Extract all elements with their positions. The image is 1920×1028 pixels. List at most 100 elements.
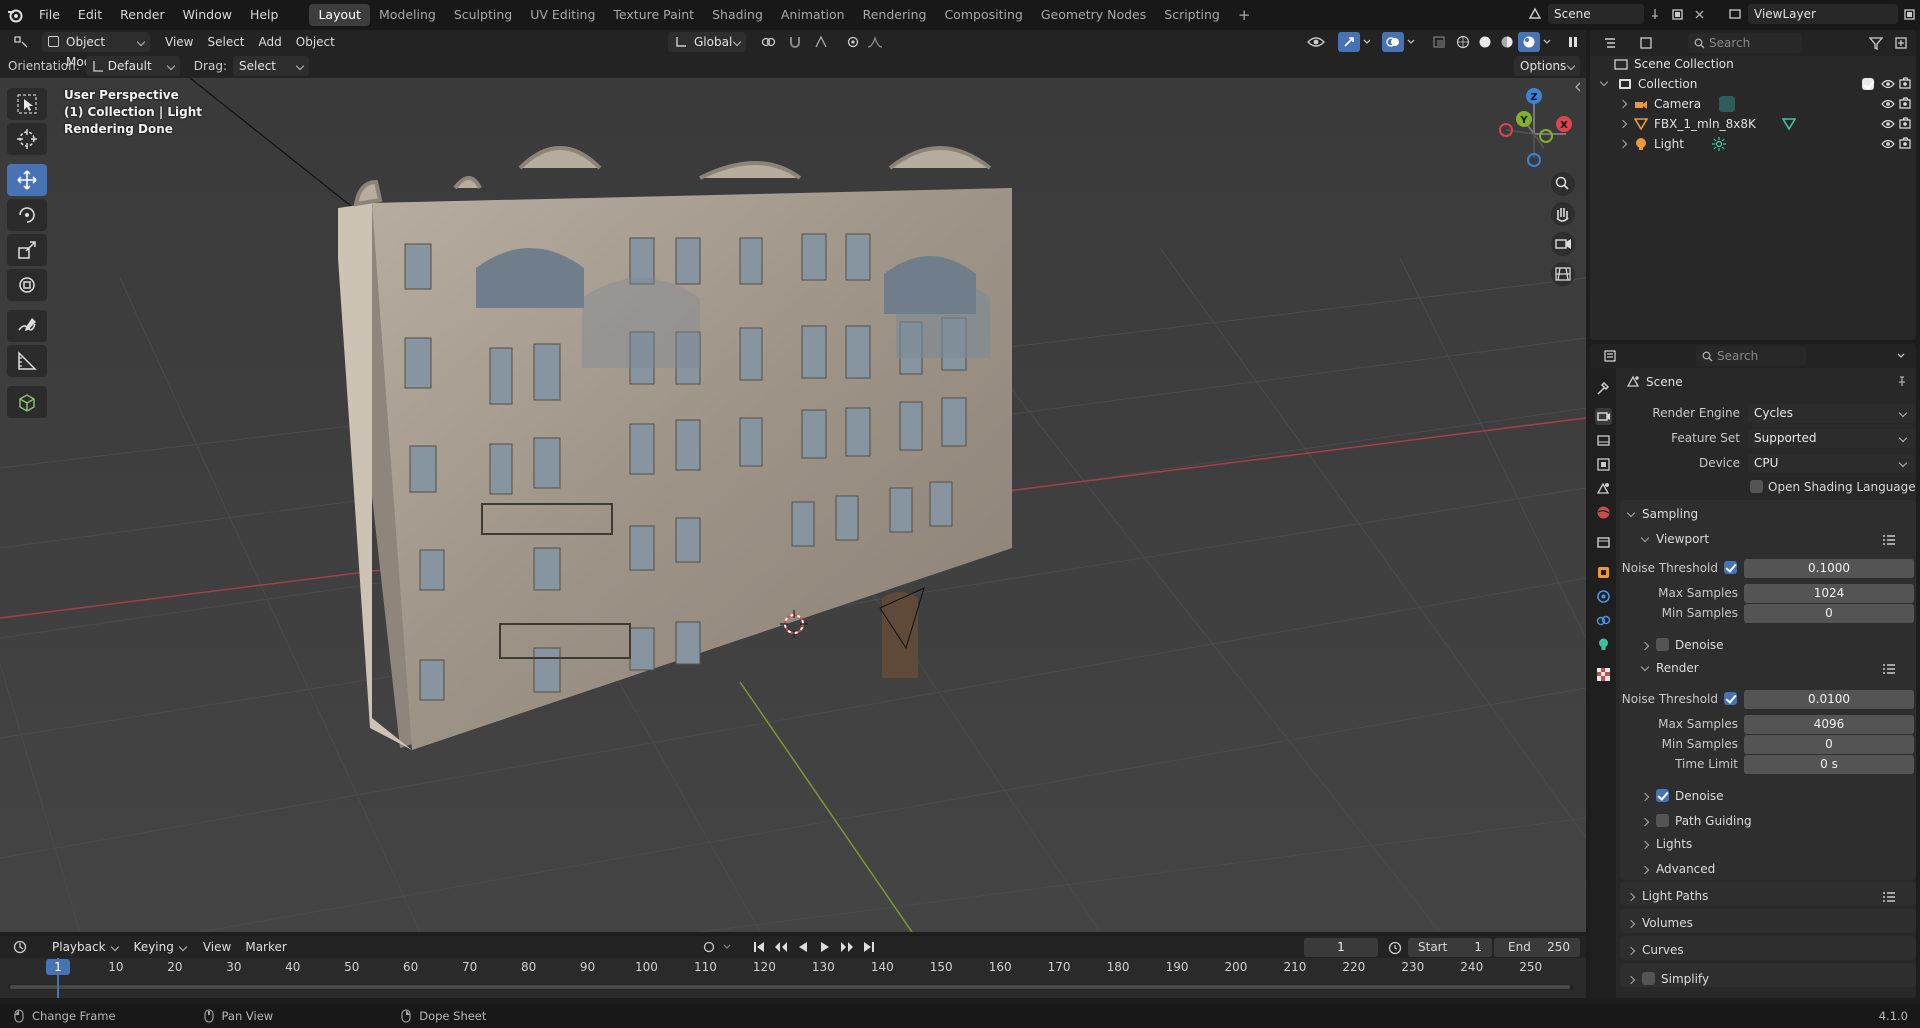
volumes-header[interactable]: Volumes bbox=[1626, 916, 1693, 930]
simplify-checkbox[interactable] bbox=[1642, 972, 1655, 985]
constraints-tab-icon[interactable] bbox=[1595, 612, 1612, 629]
collection-expand-icon[interactable] bbox=[1590, 77, 1618, 87]
properties-options-icon[interactable] bbox=[1890, 346, 1912, 366]
viewport-denoise-header[interactable]: Denoise bbox=[1640, 636, 1724, 652]
editor-type-icon[interactable] bbox=[6, 32, 38, 52]
render-presets-icon[interactable] bbox=[1882, 663, 1896, 675]
menu-edit[interactable]: Edit bbox=[69, 4, 111, 26]
render-subpanel-header[interactable]: Render bbox=[1640, 661, 1699, 675]
outliner-search-input[interactable]: Search bbox=[1688, 33, 1802, 53]
annotate-tool-icon[interactable] bbox=[7, 310, 47, 342]
shading-material-icon[interactable] bbox=[1496, 32, 1518, 52]
viewport-denoise-checkbox[interactable] bbox=[1656, 638, 1669, 651]
sampling-header[interactable]: Sampling bbox=[1626, 507, 1698, 521]
collection-include-checkbox[interactable] bbox=[1862, 78, 1874, 90]
delete-scene-icon[interactable] bbox=[1688, 4, 1710, 24]
render-min-samples-field[interactable]: 0 bbox=[1744, 735, 1914, 754]
menu-help[interactable]: Help bbox=[241, 4, 288, 26]
options-dropdown[interactable]: Options bbox=[1514, 56, 1580, 76]
feature-set-dropdown[interactable]: Supported bbox=[1748, 429, 1914, 448]
device-dropdown[interactable]: CPU bbox=[1748, 454, 1914, 473]
tab-scripting[interactable]: Scripting bbox=[1155, 4, 1229, 26]
object-data-tab-icon[interactable] bbox=[1595, 636, 1612, 653]
camera-view-icon[interactable] bbox=[1551, 232, 1575, 256]
mesh-expand-icon[interactable] bbox=[1590, 119, 1634, 129]
mode-dropdown[interactable]: Object Mode bbox=[42, 32, 150, 69]
outliner-row-mesh[interactable]: FBX_1_mln_8x8K bbox=[1590, 114, 1916, 134]
physics-tab-icon[interactable] bbox=[1595, 588, 1612, 605]
render-denoise-checkbox[interactable] bbox=[1656, 789, 1669, 802]
texture-tab-icon[interactable] bbox=[1595, 666, 1612, 683]
render-noise-threshold-checkbox[interactable] bbox=[1724, 692, 1737, 705]
auto-keying-icon[interactable] bbox=[698, 937, 720, 957]
light-expand-icon[interactable] bbox=[1590, 139, 1634, 149]
end-frame-field[interactable]: End 250 bbox=[1494, 938, 1580, 957]
light-paths-presets-icon[interactable] bbox=[1882, 891, 1896, 903]
select-box-tool-icon[interactable] bbox=[7, 88, 47, 120]
collapse-sidebar-icon[interactable] bbox=[1574, 82, 1582, 92]
tab-uv-editing[interactable]: UV Editing bbox=[521, 4, 604, 26]
playhead[interactable]: 1 bbox=[46, 959, 70, 975]
path-guiding-checkbox[interactable] bbox=[1656, 814, 1669, 827]
rotate-tool-icon[interactable] bbox=[7, 199, 47, 231]
gizmo-dropdown-icon[interactable] bbox=[1360, 32, 1374, 52]
tab-sculpting[interactable]: Sculpting bbox=[445, 4, 521, 26]
properties-editor-type-icon[interactable] bbox=[1596, 346, 1626, 366]
pin-icon[interactable] bbox=[1644, 4, 1666, 24]
new-scene-icon[interactable] bbox=[1666, 4, 1688, 24]
keying-set-dropdown-icon[interactable] bbox=[720, 937, 734, 957]
drag-dropdown[interactable]: Select Box bbox=[232, 56, 309, 93]
timeline-scrollbar[interactable] bbox=[8, 984, 1574, 990]
transform-orientation-dropdown[interactable]: Global bbox=[668, 32, 746, 52]
shading-rendered-icon[interactable] bbox=[1518, 32, 1540, 52]
pause-render-icon[interactable] bbox=[1562, 32, 1584, 52]
view-layer-tab-icon[interactable] bbox=[1595, 456, 1612, 473]
outliner-row-camera[interactable]: Camera bbox=[1590, 94, 1916, 114]
tab-geometry-nodes[interactable]: Geometry Nodes bbox=[1032, 4, 1155, 26]
proportional-edit-icon[interactable] bbox=[842, 32, 864, 52]
pin-icon[interactable] bbox=[1896, 375, 1908, 387]
snap-target-icon[interactable] bbox=[806, 32, 836, 52]
add-cube-tool-icon[interactable] bbox=[7, 386, 47, 418]
camera-data-icon[interactable] bbox=[1719, 96, 1736, 112]
collection-tab-icon[interactable] bbox=[1595, 534, 1612, 551]
render-denoise-header[interactable]: Denoise bbox=[1640, 787, 1724, 803]
3d-viewport[interactable]: Z X Y User Perspective (1) Collection | … bbox=[0, 78, 1586, 932]
menu-view[interactable]: View bbox=[158, 32, 200, 52]
tab-animation[interactable]: Animation bbox=[772, 4, 854, 26]
output-tab-icon[interactable] bbox=[1595, 432, 1612, 449]
viewport-noise-threshold-field[interactable]: 0.1000 bbox=[1744, 559, 1914, 578]
transform-tool-icon[interactable] bbox=[7, 269, 47, 301]
current-frame-field[interactable]: 1 bbox=[1304, 938, 1378, 957]
menu-file[interactable]: File bbox=[30, 4, 69, 26]
light-data-icon[interactable] bbox=[1711, 137, 1726, 151]
viewlayer-name-field[interactable]: ViewLayer bbox=[1748, 4, 1898, 24]
render-tab-icon[interactable] bbox=[1595, 408, 1612, 425]
overlays-toggle-icon[interactable] bbox=[1382, 32, 1404, 52]
tab-modeling[interactable]: Modeling bbox=[370, 4, 445, 26]
play-reverse-icon[interactable] bbox=[792, 937, 814, 957]
pivot-point-icon[interactable] bbox=[754, 32, 784, 52]
new-collection-icon[interactable] bbox=[1890, 33, 1912, 53]
jump-keyframe-forward-icon[interactable] bbox=[836, 937, 858, 957]
tab-compositing[interactable]: Compositing bbox=[935, 4, 1031, 26]
menu-render[interactable]: Render bbox=[111, 4, 174, 26]
outliner-row-light[interactable]: Light bbox=[1590, 134, 1916, 154]
pan-view-icon[interactable] bbox=[1551, 202, 1575, 226]
shading-wireframe-icon[interactable] bbox=[1452, 32, 1474, 52]
measure-tool-icon[interactable] bbox=[7, 345, 47, 377]
marker-menu[interactable]: Marker bbox=[238, 937, 293, 957]
object-tab-icon[interactable] bbox=[1595, 564, 1612, 581]
play-icon[interactable] bbox=[814, 937, 836, 957]
jump-keyframe-back-icon[interactable] bbox=[770, 937, 792, 957]
jump-start-icon[interactable] bbox=[748, 937, 770, 957]
menu-object[interactable]: Object bbox=[289, 32, 342, 52]
timeline-editor-type-icon[interactable] bbox=[6, 937, 36, 957]
falloff-icon[interactable] bbox=[864, 32, 886, 52]
add-workspace-icon[interactable]: + bbox=[1229, 4, 1260, 26]
viewport-subpanel-header[interactable]: Viewport bbox=[1640, 532, 1709, 546]
new-viewlayer-icon[interactable] bbox=[1898, 4, 1920, 24]
orientation-dropdown[interactable]: Default bbox=[85, 56, 180, 76]
viewport-min-samples-field[interactable]: 0 bbox=[1744, 604, 1914, 623]
path-guiding-header[interactable]: Path Guiding bbox=[1640, 812, 1752, 828]
